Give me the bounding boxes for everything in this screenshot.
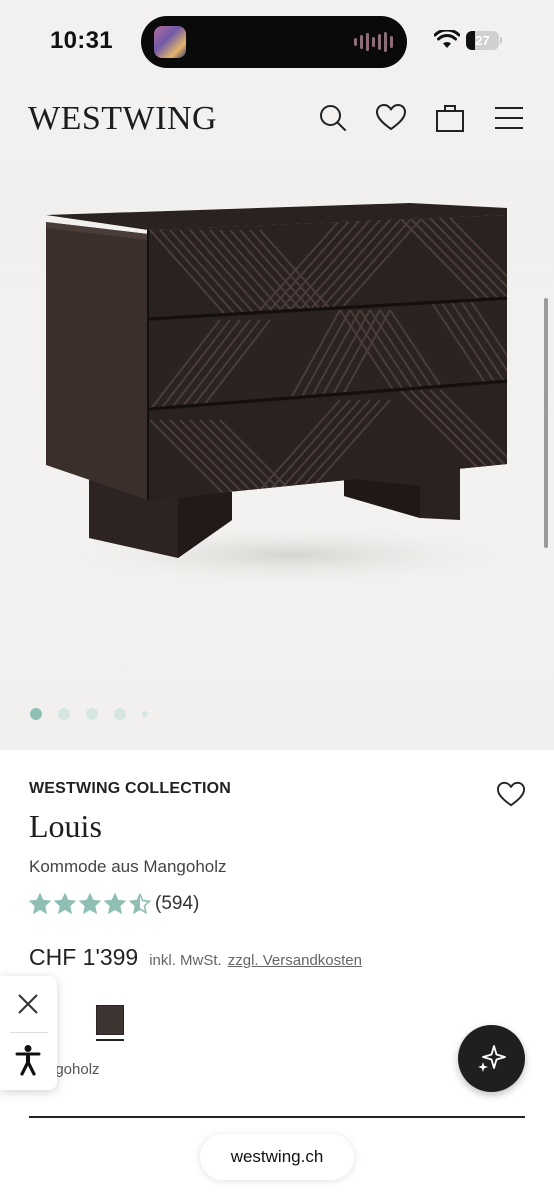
gallery-dot[interactable] <box>30 708 42 720</box>
price-row: CHF 1'399 inkl. MwSt. zzgl. Versandkoste… <box>29 944 362 971</box>
color-swatch-selected[interactable] <box>96 1005 124 1041</box>
product-brand[interactable]: WESTWING COLLECTION <box>29 780 231 798</box>
heart-icon[interactable] <box>375 102 407 134</box>
menu-icon[interactable] <box>493 102 525 134</box>
gallery-dot[interactable] <box>58 708 70 720</box>
swatch-selected-indicator <box>96 1039 124 1041</box>
gallery-dot[interactable] <box>86 708 98 720</box>
gallery-dot[interactable] <box>142 711 148 717</box>
status-bar: 10:31 27 <box>0 0 554 80</box>
sparkle-icon <box>478 1045 506 1072</box>
product-image-gallery[interactable] <box>0 160 554 750</box>
westwing-logo[interactable]: WESTWING <box>28 100 217 138</box>
clock: 10:31 <box>50 27 113 54</box>
review-count[interactable]: (594) <box>155 893 199 915</box>
star-icon <box>29 893 51 915</box>
dynamic-island[interactable] <box>141 16 407 68</box>
dresser-product-image <box>46 203 530 587</box>
panel-divider <box>10 1032 48 1033</box>
gallery-dot[interactable] <box>114 708 126 720</box>
page-scrollbar[interactable] <box>544 298 548 548</box>
site-header: WESTWING <box>0 80 554 160</box>
shipping-costs-link[interactable]: zzgl. Versandkosten <box>228 952 362 969</box>
gallery-pagination[interactable] <box>30 708 148 720</box>
browser-url-bar[interactable]: westwing.ch <box>200 1134 354 1180</box>
wifi-icon <box>433 28 461 55</box>
battery-level: 27 <box>475 33 490 48</box>
close-icon[interactable] <box>14 990 42 1018</box>
star-icon <box>104 893 126 915</box>
product-title: Louis <box>29 808 102 844</box>
product-price: CHF 1'399 <box>29 944 139 970</box>
wishlist-heart-icon[interactable] <box>496 780 526 808</box>
audio-waveform-icon <box>354 32 393 52</box>
accessibility-icon[interactable] <box>14 1044 42 1076</box>
section-divider <box>29 1116 525 1118</box>
color-swatch[interactable] <box>96 1005 124 1035</box>
product-rating[interactable]: (594) <box>29 893 199 915</box>
vat-note: inkl. MwSt. <box>149 952 222 969</box>
rating-stars <box>29 893 151 915</box>
star-icon <box>79 893 101 915</box>
battery-icon: 27 <box>466 31 502 50</box>
floating-tools-panel <box>0 976 57 1090</box>
search-icon[interactable] <box>317 102 349 134</box>
star-icon <box>129 893 151 915</box>
product-subtitle: Kommode aus Mangoholz <box>29 857 227 876</box>
star-icon <box>54 893 76 915</box>
now-playing-artwork <box>154 26 186 58</box>
product-info: WESTWING COLLECTION Louis Kommode aus Ma… <box>0 750 554 1200</box>
bag-icon[interactable] <box>434 102 466 134</box>
ai-assistant-button[interactable] <box>458 1025 525 1092</box>
